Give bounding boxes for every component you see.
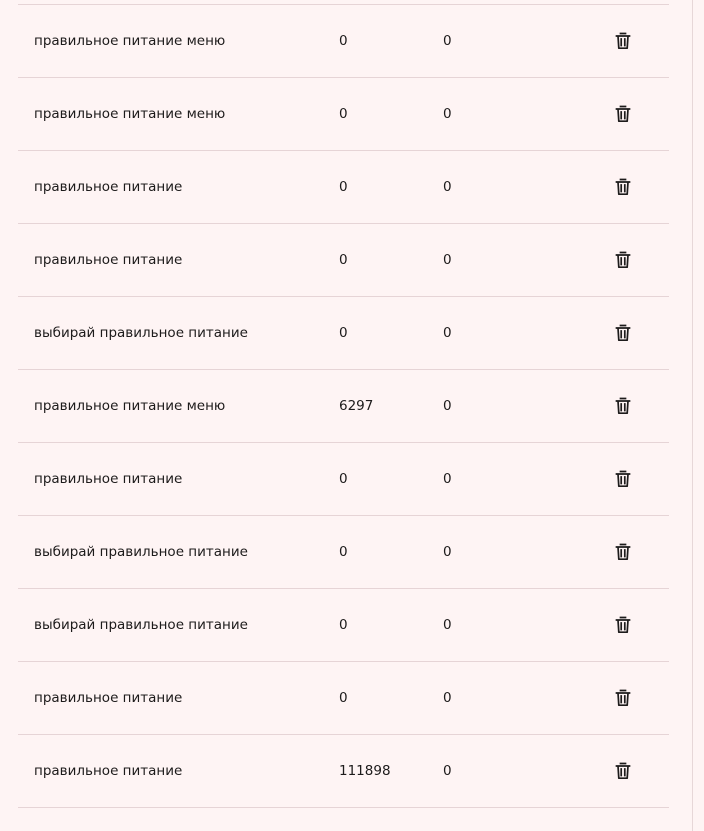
- row-value-1: 0: [339, 617, 348, 633]
- table-row: правильное питание 0 0: [18, 224, 669, 297]
- trash-icon: [615, 689, 631, 707]
- delete-row-button[interactable]: [615, 178, 631, 196]
- row-value-2: 0: [443, 252, 452, 268]
- delete-row-button[interactable]: [615, 251, 631, 269]
- row-query-text: выбирай правильное питание: [34, 325, 248, 341]
- trash-icon: [615, 32, 631, 50]
- panel-right-border: [692, 0, 693, 831]
- row-query-text: правильное питание: [34, 690, 183, 706]
- trash-icon: [615, 397, 631, 415]
- row-value-1: 0: [339, 252, 348, 268]
- table-row: правильное питание 0 0: [18, 443, 669, 516]
- table-row: правильное питание меню 0 0: [18, 78, 669, 151]
- row-value-2: 0: [443, 325, 452, 341]
- delete-row-button[interactable]: [615, 689, 631, 707]
- table-row: выбирай правильное питание 0 0: [18, 589, 669, 662]
- trash-icon: [615, 105, 631, 123]
- row-value-1: 0: [339, 33, 348, 49]
- row-value-1: 6297: [339, 398, 374, 414]
- row-value-2: 0: [443, 106, 452, 122]
- row-value-2: 0: [443, 763, 452, 779]
- row-value-1: 0: [339, 471, 348, 487]
- delete-row-button[interactable]: [615, 324, 631, 342]
- row-value-2: 0: [443, 398, 452, 414]
- row-value-2: 0: [443, 617, 452, 633]
- row-query-text: правильное питание: [34, 252, 183, 268]
- trash-icon: [615, 762, 631, 780]
- row-value-2: 0: [443, 690, 452, 706]
- trash-icon: [615, 324, 631, 342]
- table-row: выбирай правильное питание 0 0: [18, 297, 669, 370]
- delete-row-button[interactable]: [615, 616, 631, 634]
- table-row: правильное питание 0 0: [18, 151, 669, 224]
- trash-icon: [615, 616, 631, 634]
- table-row: правильное питание 0 0: [18, 662, 669, 735]
- delete-row-button[interactable]: [615, 32, 631, 50]
- row-value-1: 0: [339, 179, 348, 195]
- row-query-text: правильное питание: [34, 763, 183, 779]
- table-row: правильное питание меню 6297 0: [18, 370, 669, 443]
- row-value-2: 0: [443, 471, 452, 487]
- delete-row-button[interactable]: [615, 762, 631, 780]
- row-query-text: правильное питание меню: [34, 106, 226, 122]
- delete-row-button[interactable]: [615, 397, 631, 415]
- row-query-text: правильное питание меню: [34, 33, 226, 49]
- row-value-1: 0: [339, 106, 348, 122]
- row-query-text: правильное питание меню: [34, 398, 226, 414]
- row-value-2: 0: [443, 33, 452, 49]
- row-query-text: правильное питание: [34, 179, 183, 195]
- table-row: правильное питание 111898 0: [18, 735, 669, 808]
- row-query-text: выбирай правильное питание: [34, 544, 248, 560]
- row-value-1: 0: [339, 325, 348, 341]
- row-query-text: выбирай правильное питание: [34, 617, 248, 633]
- row-value-2: 0: [443, 179, 452, 195]
- delete-row-button[interactable]: [615, 105, 631, 123]
- row-value-2: 0: [443, 544, 452, 560]
- trash-icon: [615, 251, 631, 269]
- row-query-text: правильное питание: [34, 471, 183, 487]
- table-row: выбирай правильное питание 0 0: [18, 516, 669, 589]
- trash-icon: [615, 470, 631, 488]
- row-value-1: 0: [339, 544, 348, 560]
- keywords-table: правильное питание меню 0 0 правильное п…: [18, 4, 669, 808]
- table-row: правильное питание меню 0 0: [18, 5, 669, 78]
- trash-icon: [615, 178, 631, 196]
- row-value-1: 0: [339, 690, 348, 706]
- row-value-1: 111898: [339, 763, 391, 779]
- delete-row-button[interactable]: [615, 543, 631, 561]
- trash-icon: [615, 543, 631, 561]
- delete-row-button[interactable]: [615, 470, 631, 488]
